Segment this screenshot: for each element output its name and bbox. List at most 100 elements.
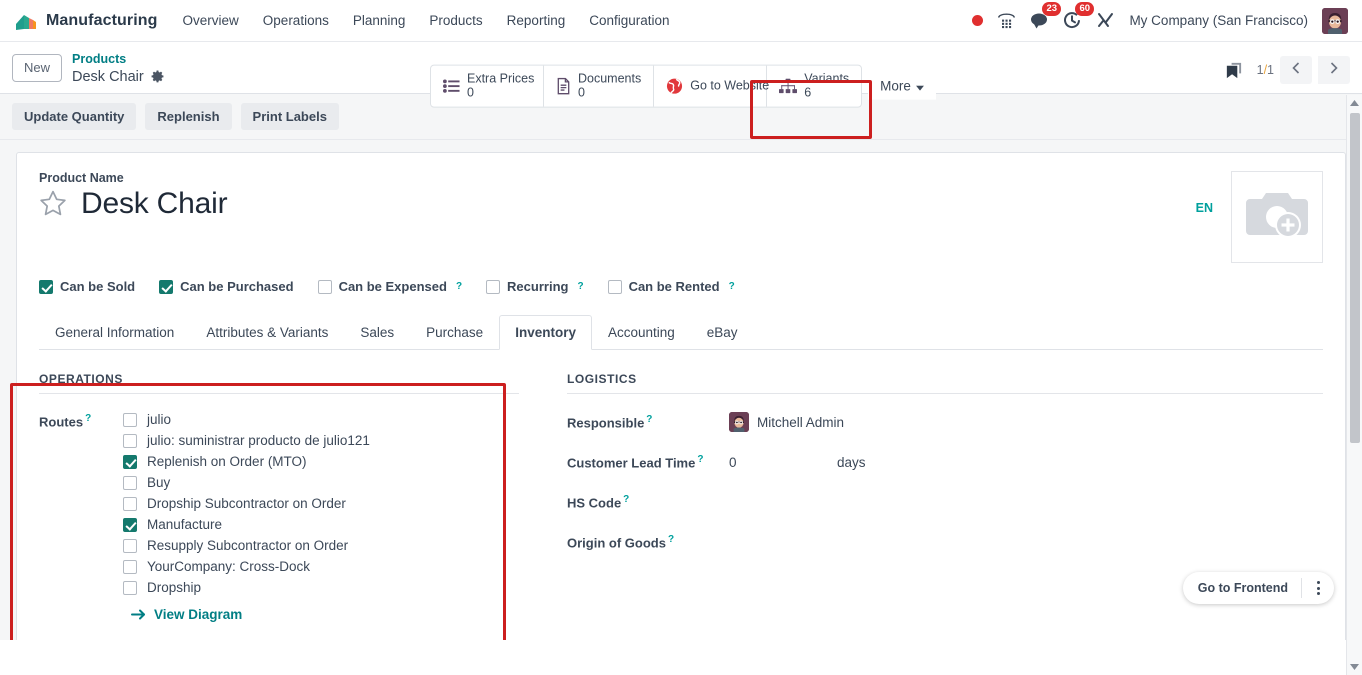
menu-item-planning[interactable]: Planning: [342, 7, 417, 34]
smart-buttons: Extra Prices 0 Documents 0 Go to Website…: [430, 64, 863, 108]
route-option[interactable]: YourCompany: Cross-Dock: [123, 559, 370, 574]
route-option[interactable]: Dropship Subcontractor on Order: [123, 496, 370, 511]
route-checkbox[interactable]: [123, 580, 137, 595]
route-checkbox[interactable]: [123, 517, 137, 532]
page-title[interactable]: Desk Chair: [81, 187, 228, 221]
route-option[interactable]: julio: suministrar producto de julio121: [123, 433, 370, 448]
vertical-dots-icon[interactable]: [1302, 581, 1334, 595]
smart-button-variants[interactable]: Variants 6: [767, 66, 861, 107]
scrollbar-thumb[interactable]: [1350, 113, 1360, 443]
tab-attributes-variants[interactable]: Attributes & Variants: [190, 315, 344, 350]
smart-button-label: Go to Website: [690, 78, 770, 93]
route-label: Dropship Subcontractor on Order: [147, 496, 346, 511]
route-option[interactable]: Replenish on Order (MTO): [123, 454, 370, 469]
product-image-placeholder[interactable]: [1231, 171, 1323, 263]
pager-next-button[interactable]: [1318, 56, 1350, 84]
breadcrumb-parent-products[interactable]: Products: [72, 52, 164, 68]
company-name[interactable]: My Company (San Francisco): [1129, 13, 1308, 28]
field-value: 0 days: [729, 455, 866, 470]
customer-lead-time-input[interactable]: 0: [729, 455, 829, 470]
menu-item-reporting[interactable]: Reporting: [496, 7, 577, 34]
tools-icon[interactable]: [1096, 8, 1115, 34]
can-be-sold-checkbox[interactable]: [39, 279, 53, 294]
print-labels-button[interactable]: Print Labels: [240, 103, 339, 130]
flag-can-be-rented[interactable]: Can be Rented ?: [607, 279, 735, 294]
messages-icon[interactable]: 23: [1030, 1, 1062, 34]
tab-sales[interactable]: Sales: [344, 315, 410, 350]
flag-can-be-purchased[interactable]: Can be Purchased: [159, 279, 294, 294]
menu-item-configuration[interactable]: Configuration: [578, 7, 680, 34]
pager-previous-button[interactable]: [1280, 56, 1312, 84]
route-checkbox[interactable]: [123, 496, 137, 511]
inventory-tab-content: OPERATIONS Routes? julio julio: suminist…: [39, 350, 1323, 622]
main-menu: Overview Operations Planning Products Re…: [172, 7, 681, 34]
flag-can-be-sold[interactable]: Can be Sold: [39, 279, 135, 294]
tab-inventory[interactable]: Inventory: [499, 315, 592, 350]
recurring-checkbox[interactable]: [486, 279, 501, 294]
route-checkbox[interactable]: [123, 412, 137, 427]
tab-accounting[interactable]: Accounting: [592, 315, 691, 350]
route-checkbox[interactable]: [123, 538, 137, 553]
more-smart-buttons-button[interactable]: More: [868, 72, 936, 100]
activities-clock-icon[interactable]: 60: [1063, 1, 1095, 34]
help-icon[interactable]: ?: [85, 413, 91, 424]
route-option[interactable]: Resupply Subcontractor on Order: [123, 538, 370, 553]
field-label: HS Code?: [567, 494, 729, 510]
help-icon[interactable]: ?: [456, 281, 462, 292]
smart-button-extra-prices[interactable]: Extra Prices 0: [431, 65, 544, 107]
menu-item-operations[interactable]: Operations: [252, 7, 340, 34]
vertical-scrollbar[interactable]: [1346, 95, 1362, 675]
route-checkbox[interactable]: [123, 559, 137, 574]
menu-item-products[interactable]: Products: [418, 7, 493, 34]
scrollbar-track[interactable]: [1347, 111, 1362, 659]
can-be-expensed-checkbox[interactable]: [317, 279, 332, 294]
gear-icon[interactable]: [151, 70, 164, 83]
dialpad-icon[interactable]: [997, 8, 1016, 34]
can-be-purchased-checkbox[interactable]: [159, 279, 174, 294]
help-icon[interactable]: ?: [646, 414, 652, 425]
star-icon[interactable]: [39, 190, 67, 217]
language-badge[interactable]: EN: [1196, 201, 1213, 215]
help-icon[interactable]: ?: [577, 281, 583, 292]
tab-general-information[interactable]: General Information: [39, 315, 190, 350]
pager-total: 1: [1267, 63, 1274, 77]
activities-count-badge: 60: [1075, 1, 1095, 16]
route-checkbox[interactable]: [123, 433, 137, 448]
go-to-frontend-button[interactable]: Go to Frontend: [1183, 581, 1301, 595]
flag-can-be-expensed[interactable]: Can be Expensed ?: [317, 279, 462, 294]
field-value[interactable]: Mitchell Admin: [729, 412, 844, 432]
tab-purchase[interactable]: Purchase: [410, 315, 499, 350]
bookmark-icon[interactable]: [1224, 61, 1243, 80]
route-option[interactable]: julio: [123, 412, 370, 427]
can-be-rented-checkbox[interactable]: [607, 279, 622, 294]
route-option[interactable]: Buy: [123, 475, 370, 490]
help-icon[interactable]: ?: [697, 454, 703, 465]
replenish-button[interactable]: Replenish: [145, 103, 232, 130]
chevron-left-icon: [1292, 61, 1300, 79]
user-avatar[interactable]: [1322, 7, 1348, 34]
route-option[interactable]: Dropship: [123, 580, 370, 595]
route-checkbox[interactable]: [123, 454, 137, 469]
flag-recurring[interactable]: Recurring ?: [486, 279, 584, 294]
scroll-up-arrow-icon[interactable]: [1347, 95, 1362, 111]
new-record-button[interactable]: New: [12, 54, 63, 82]
route-label: Dropship: [147, 580, 202, 595]
help-icon[interactable]: ?: [668, 534, 674, 545]
recording-dot-icon[interactable]: [972, 8, 984, 34]
pager-text[interactable]: 1/1: [1257, 63, 1274, 77]
product-header-left: Product Name Desk Chair: [39, 171, 1196, 263]
chevron-down-icon: [915, 79, 924, 94]
app-brand[interactable]: Manufacturing: [8, 10, 172, 32]
breadcrumb: Products Desk Chair: [72, 50, 164, 86]
route-option[interactable]: Manufacture: [123, 517, 370, 532]
menu-item-overview[interactable]: Overview: [172, 7, 250, 34]
smart-button-go-to-website[interactable]: Go to Website: [654, 65, 770, 107]
scroll-down-arrow-icon[interactable]: [1347, 659, 1362, 675]
update-quantity-button[interactable]: Update Quantity: [12, 103, 137, 130]
tab-ebay[interactable]: eBay: [691, 315, 754, 350]
route-checkbox[interactable]: [123, 475, 137, 490]
smart-button-documents[interactable]: Documents 0: [544, 65, 655, 107]
help-icon[interactable]: ?: [623, 494, 629, 505]
help-icon[interactable]: ?: [729, 281, 735, 292]
view-diagram-link[interactable]: View Diagram: [131, 607, 370, 622]
